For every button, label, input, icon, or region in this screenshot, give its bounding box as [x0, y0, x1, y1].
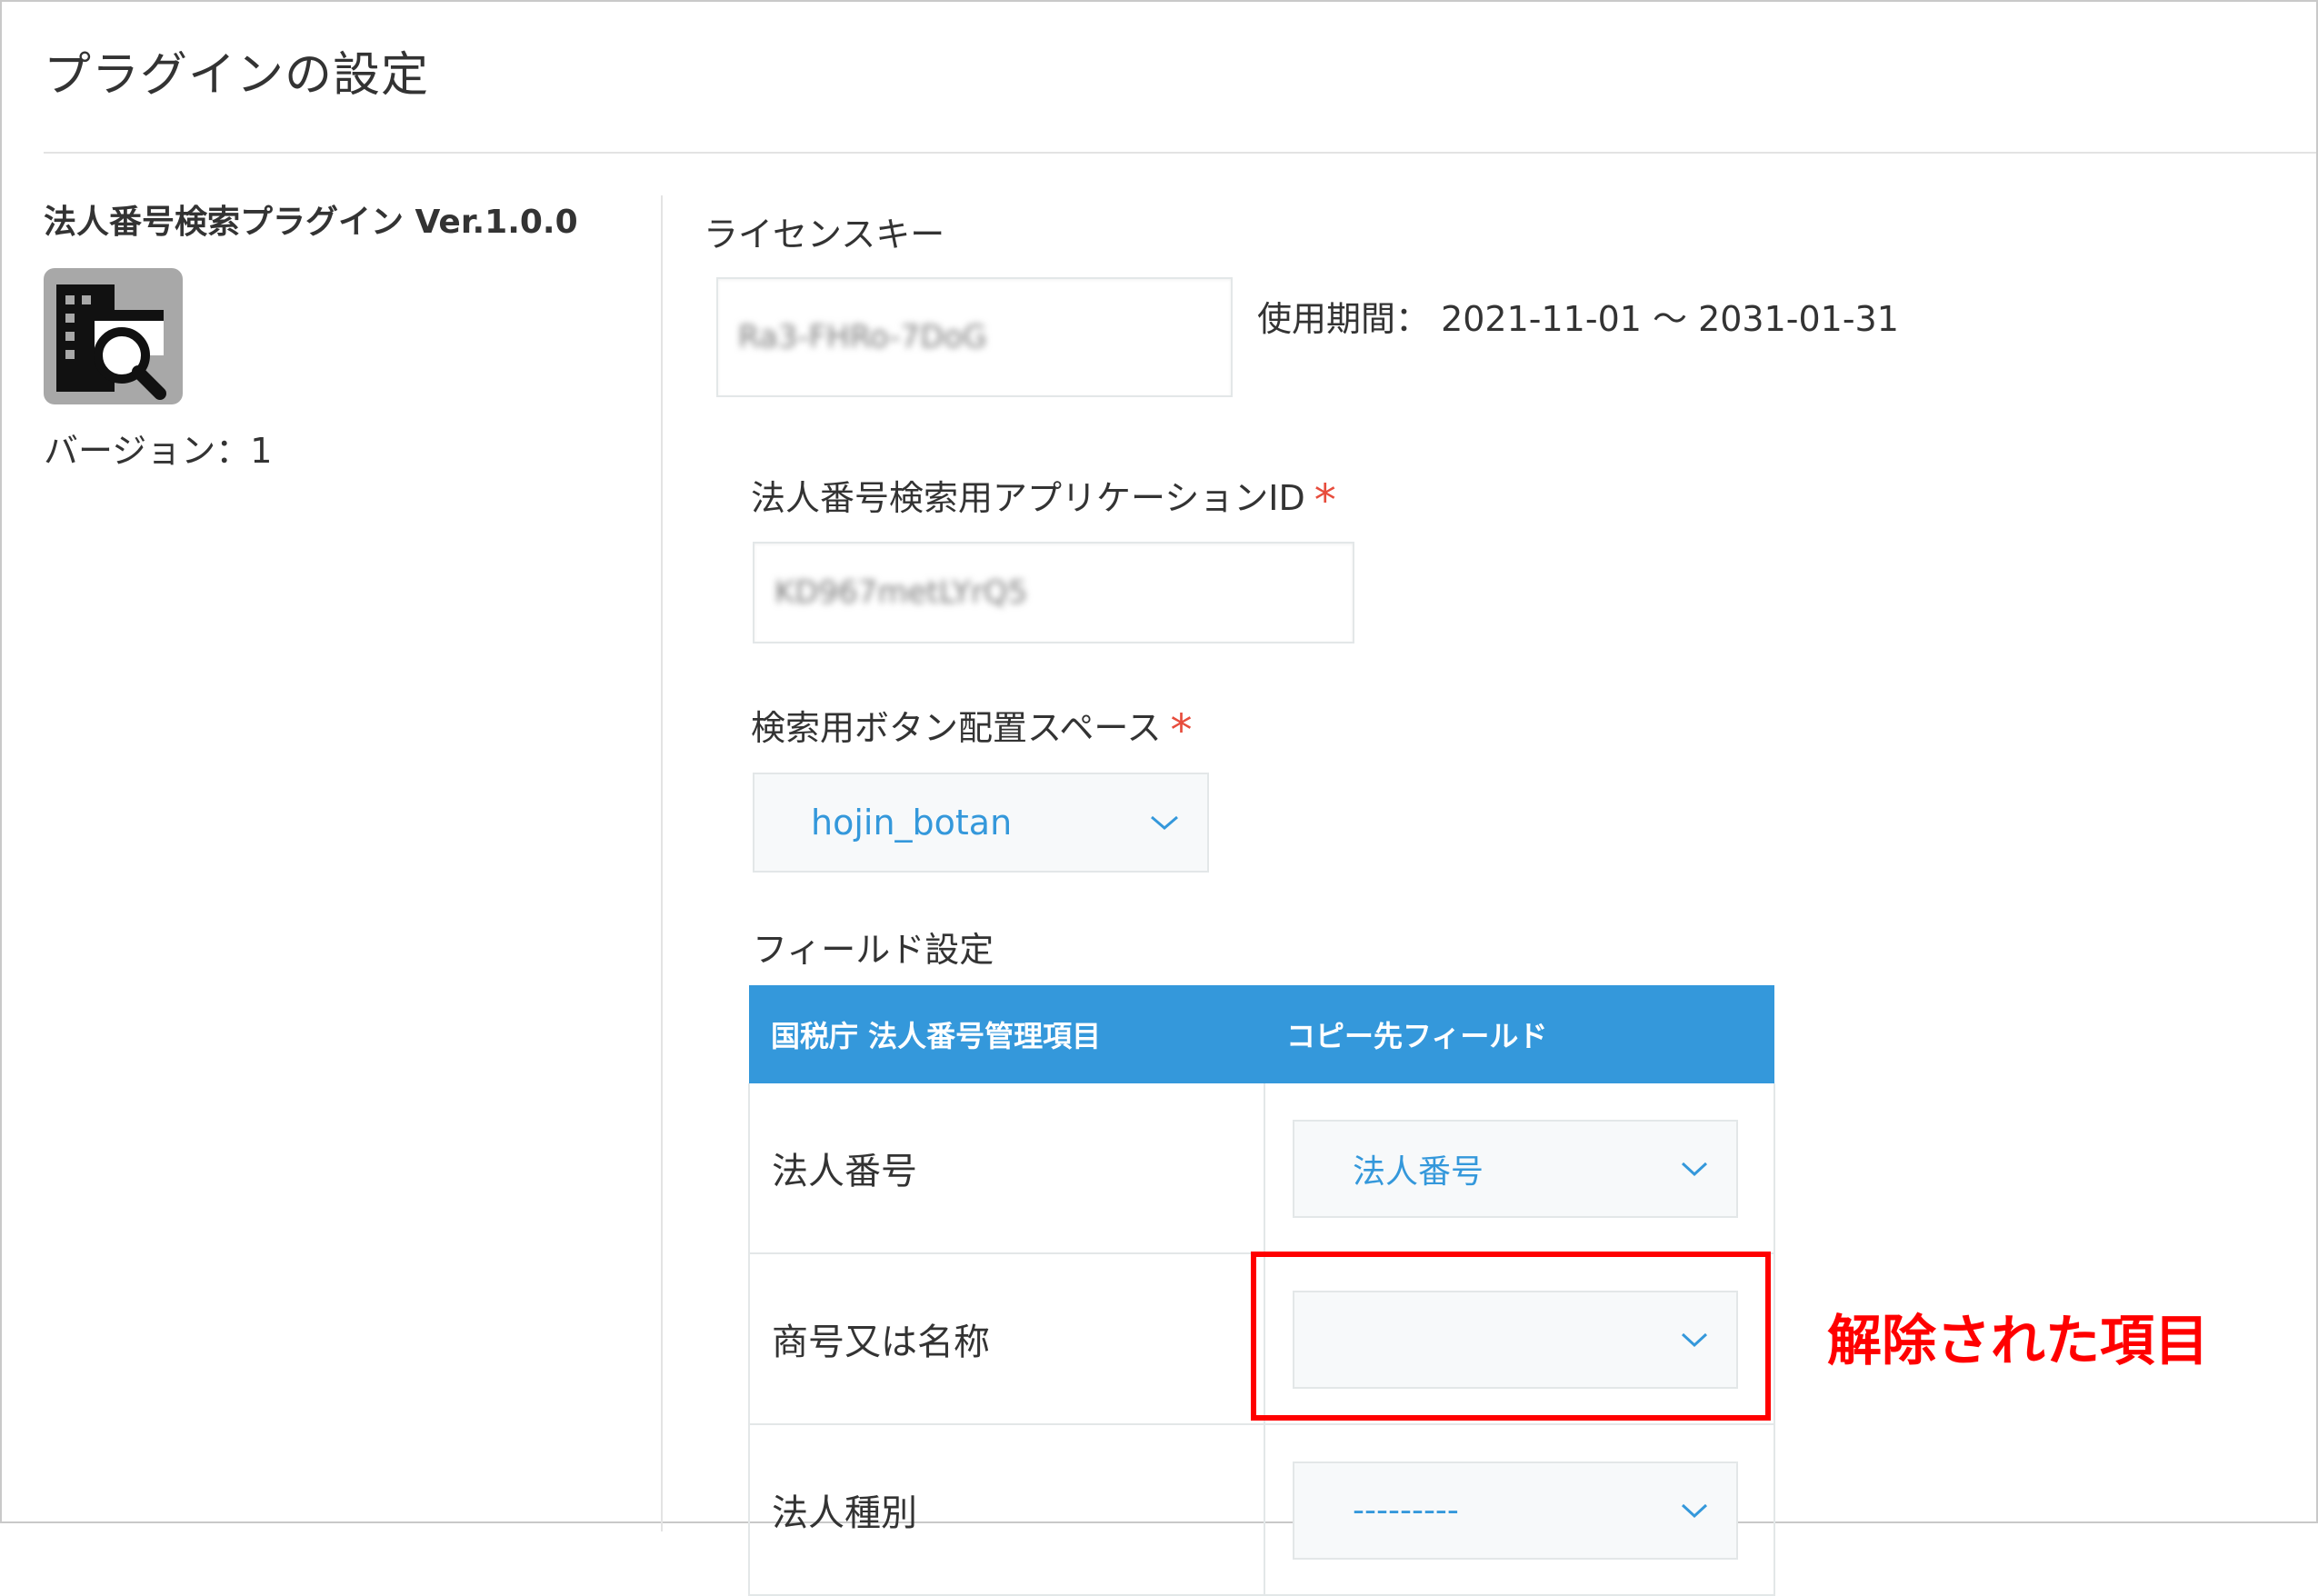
plugin-building-search-icon	[44, 268, 183, 404]
chevron-down-icon	[1681, 1162, 1708, 1177]
page-title: プラグインの設定	[44, 48, 430, 103]
chevron-down-icon	[1681, 1503, 1708, 1519]
app-id-input[interactable]: KD967metLYrQ5	[753, 542, 1354, 643]
table-header-row: 国税庁 法人番号管理項目 コピー先フィールド	[749, 985, 1774, 1083]
field-settings-table: 国税庁 法人番号管理項目 コピー先フィールド 法人番号 法人番号 商号又は名称	[748, 985, 1775, 1596]
settings-page: プラグインの設定 法人番号検索プラグイン Ver.1.0.0 バージョン：1 ラ…	[0, 0, 2318, 1596]
target-field-selected: ---------	[1353, 1491, 1459, 1530]
app-id-label-text: 法人番号検索用アプリケーションID	[751, 478, 1305, 518]
chevron-down-icon	[1681, 1332, 1708, 1348]
target-cell: ---------	[1264, 1424, 1775, 1596]
license-key-value: Ra3-FHRo-7DoG	[738, 319, 987, 355]
table-row: 商号又は名称	[748, 1253, 1775, 1425]
header-source-item: 国税庁 法人番号管理項目	[749, 985, 1264, 1083]
required-mark: *	[1314, 475, 1336, 526]
target-field-select[interactable]	[1293, 1291, 1738, 1389]
required-mark: *	[1170, 705, 1193, 756]
button-space-label-text: 検索用ボタン配置スペース	[751, 708, 1162, 748]
button-space-select[interactable]: hojin_botan	[753, 773, 1209, 873]
app-id-label: 法人番号検索用アプリケーションID *	[751, 470, 1336, 526]
app-id-value: KD967metLYrQ5	[774, 574, 1028, 611]
button-space-label: 検索用ボタン配置スペース *	[751, 700, 1192, 756]
header-target-field: コピー先フィールド	[1264, 985, 1774, 1083]
target-cell	[1264, 1253, 1775, 1425]
chevron-down-icon	[1151, 815, 1178, 830]
target-field-select[interactable]: 法人番号	[1293, 1120, 1738, 1218]
plugin-name: 法人番号検索プラグイン Ver.1.0.0	[44, 204, 578, 241]
source-item: 法人種別	[748, 1424, 1264, 1596]
table-row: 法人番号 法人番号	[748, 1083, 1775, 1254]
sidebar-divider	[661, 195, 663, 1531]
license-key-input[interactable]: Ra3-FHRo-7DoG	[716, 277, 1233, 397]
source-item: 法人番号	[748, 1083, 1264, 1254]
source-item: 商号又は名称	[748, 1253, 1264, 1425]
plugin-version: バージョン：1	[44, 431, 273, 471]
license-period: 使用期間： 2021-11-01 ～ 2031-01-31	[1257, 299, 1899, 339]
divider	[44, 152, 2316, 154]
field-settings-label: フィールド設定	[753, 930, 994, 970]
button-space-selected: hojin_botan	[811, 803, 1013, 843]
annotation-text: 解除された項目	[1827, 1310, 2209, 1373]
target-field-selected: 法人番号	[1353, 1153, 1484, 1191]
table-row: 法人種別 ---------	[748, 1424, 1775, 1596]
target-field-select[interactable]: ---------	[1293, 1461, 1738, 1560]
license-key-label: ライセンスキー	[704, 214, 945, 254]
target-cell: 法人番号	[1264, 1083, 1775, 1254]
